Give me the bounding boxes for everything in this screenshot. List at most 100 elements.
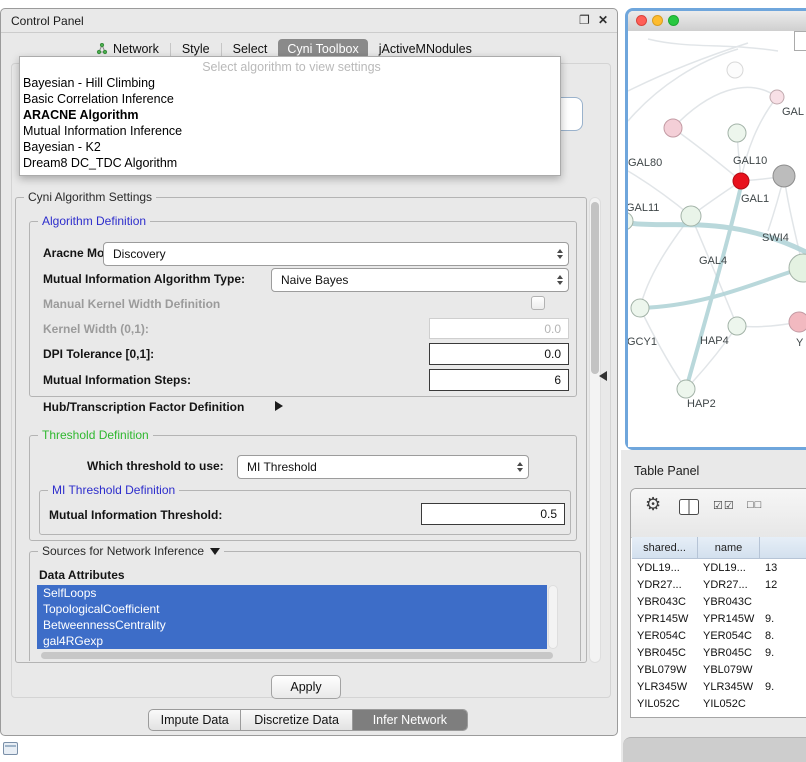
mi-threshold-definition-title: MI Threshold Definition — [52, 483, 175, 497]
network-node[interactable] — [770, 90, 784, 104]
network-canvas[interactable]: GAL GAL80 GAL10 GAL11 GAL1 SWI4 GAL4 GCY… — [628, 31, 806, 447]
panel-collapse-arrow-icon[interactable] — [599, 371, 607, 381]
tab-discretize-data-label: Discretize Data — [254, 713, 339, 727]
mi-algorithm-type-value: Naive Bayes — [281, 273, 348, 287]
list-item-selected[interactable]: TopologicalCoefficient — [37, 601, 547, 617]
network-view-window: GAL GAL80 GAL10 GAL11 GAL1 SWI4 GAL4 GCY… — [625, 8, 806, 450]
table-row[interactable]: YBR043C YBR043C — [632, 593, 806, 610]
table-row[interactable]: YDL19... YDL19... 13 — [632, 559, 806, 576]
list-item-selected[interactable]: BetweennessCentrality — [37, 617, 547, 633]
popup-option[interactable]: Mutual Information Inference — [20, 123, 560, 139]
table-row[interactable]: YLR345W YLR345W 9. — [632, 678, 806, 695]
window-title: Control Panel — [11, 14, 84, 28]
tab-style-label: Style — [182, 42, 210, 56]
minimize-traffic-light[interactable] — [652, 15, 663, 26]
cell: YER054C — [632, 630, 698, 642]
aracne-mode-value: Discovery — [113, 247, 166, 261]
dpi-tolerance-field[interactable]: 0.0 — [429, 343, 569, 365]
network-window-titlebar[interactable] — [628, 11, 806, 32]
chevron-updown-icon — [557, 275, 563, 285]
list-item-selected[interactable]: gal4RGexp — [37, 633, 547, 649]
cell: YIL052C — [698, 698, 760, 710]
tab-discretize-data[interactable]: Discretize Data — [240, 710, 351, 730]
tab-infer-network-label: Infer Network — [373, 713, 447, 727]
list-scrollbar-track[interactable] — [548, 585, 558, 649]
column-header-name-label: name — [715, 542, 743, 554]
list-hscrollbar-thumb[interactable] — [41, 652, 553, 659]
chevron-updown-icon — [517, 462, 523, 472]
algorithm-definition-title: Algorithm Definition — [42, 214, 146, 228]
which-threshold-select[interactable]: MI Threshold — [237, 455, 529, 479]
select-all-checks-icon[interactable]: ☑☑ — [713, 499, 735, 512]
cell: YBL079W — [632, 664, 698, 676]
node-label: SWI4 — [762, 232, 789, 244]
network-node[interactable] — [728, 124, 746, 142]
popup-option[interactable]: Bayesian - K2 — [20, 139, 560, 155]
tab-impute-data[interactable]: Impute Data — [149, 710, 240, 730]
kernel-width-field[interactable]: 0.0 — [429, 318, 569, 339]
list-item-selected[interactable]: SelfLoops — [37, 585, 547, 601]
cell: YIL052C — [632, 698, 698, 710]
cell: YBR043C — [698, 596, 760, 608]
table-panel-title: Table Panel — [634, 464, 699, 478]
control-panel-titlebar[interactable]: Control Panel ❐ ✕ — [1, 9, 617, 33]
network-node[interactable] — [628, 212, 633, 230]
settings-scrollbar-thumb[interactable] — [591, 202, 599, 374]
close-window-icon[interactable]: ✕ — [598, 13, 608, 27]
mi-algorithm-type-select[interactable]: Naive Bayes — [271, 268, 569, 292]
cell: YBL079W — [698, 664, 760, 676]
table-row[interactable]: YBL079W YBL079W — [632, 661, 806, 678]
zoom-traffic-light[interactable] — [668, 15, 679, 26]
network-node[interactable] — [789, 312, 806, 332]
tab-cyni-toolbox-label: Cyni Toolbox — [287, 42, 358, 56]
table-row[interactable]: YIL052C YIL052C — [632, 695, 806, 712]
settings-scrollbar-track[interactable] — [589, 197, 601, 663]
node-label: GAL11 — [628, 202, 659, 214]
node-label: HAP4 — [700, 335, 729, 347]
docked-panel-icon[interactable] — [3, 742, 18, 755]
cell: YLR345W — [698, 681, 760, 693]
popup-option[interactable]: Bayesian - Hill Climbing — [20, 75, 560, 91]
cell: 9. — [760, 613, 806, 625]
dpi-tolerance-label: DPI Tolerance [0,1]: — [43, 347, 154, 361]
network-node[interactable] — [681, 206, 701, 226]
table-row[interactable]: YPR145W YPR145W 9. — [632, 610, 806, 627]
node-label: GAL10 — [733, 155, 767, 167]
mi-threshold-field[interactable]: 0.5 — [421, 503, 565, 525]
clipped-overlay-control — [794, 31, 806, 51]
column-header-shared-label: shared... — [643, 542, 686, 554]
tab-infer-network[interactable]: Infer Network — [352, 710, 467, 730]
node-label: GAL1 — [741, 193, 769, 205]
table-row[interactable]: YBR045C YBR045C 9. — [632, 644, 806, 661]
table-row[interactable]: YER054C YER054C 8. — [632, 627, 806, 644]
network-node[interactable] — [631, 299, 649, 317]
close-traffic-light[interactable] — [636, 15, 647, 26]
expand-right-icon[interactable] — [275, 401, 283, 411]
mi-steps-field[interactable]: 6 — [429, 369, 569, 391]
manual-kernel-width-checkbox[interactable] — [531, 296, 545, 310]
data-attributes-list: SelfLoops TopologicalCoefficient Between… — [37, 585, 547, 649]
which-threshold-label: Which threshold to use: — [87, 459, 224, 473]
aracne-mode-select[interactable]: Discovery — [103, 242, 569, 266]
popup-option[interactable]: Basic Correlation Inference — [20, 91, 560, 107]
network-node[interactable] — [664, 119, 682, 137]
popup-option[interactable]: Dream8 DC_TDC Algorithm — [20, 155, 560, 171]
network-node[interactable] — [728, 317, 746, 335]
apply-button[interactable]: Apply — [271, 675, 341, 699]
float-window-icon[interactable]: ❐ — [579, 13, 590, 27]
network-node-red[interactable] — [733, 173, 749, 189]
cell: YBR045C — [698, 647, 760, 659]
column-header-shared[interactable]: shared... — [632, 537, 698, 559]
gear-icon[interactable]: ⚙ — [645, 494, 661, 515]
collapse-down-icon[interactable] — [210, 548, 220, 555]
column-header-name[interactable]: name — [698, 537, 760, 559]
table-row[interactable]: YDR27... YDR27... 12 — [632, 576, 806, 593]
column-header-extra[interactable] — [760, 537, 806, 559]
network-node[interactable] — [789, 254, 806, 282]
columns-icon[interactable] — [679, 499, 699, 515]
deselect-all-boxes-icon[interactable]: □□ — [747, 499, 762, 511]
popup-option-selected[interactable]: ARACNE Algorithm — [20, 107, 560, 123]
network-node[interactable] — [677, 380, 695, 398]
network-node-gray[interactable] — [773, 165, 795, 187]
network-node[interactable] — [727, 62, 743, 78]
